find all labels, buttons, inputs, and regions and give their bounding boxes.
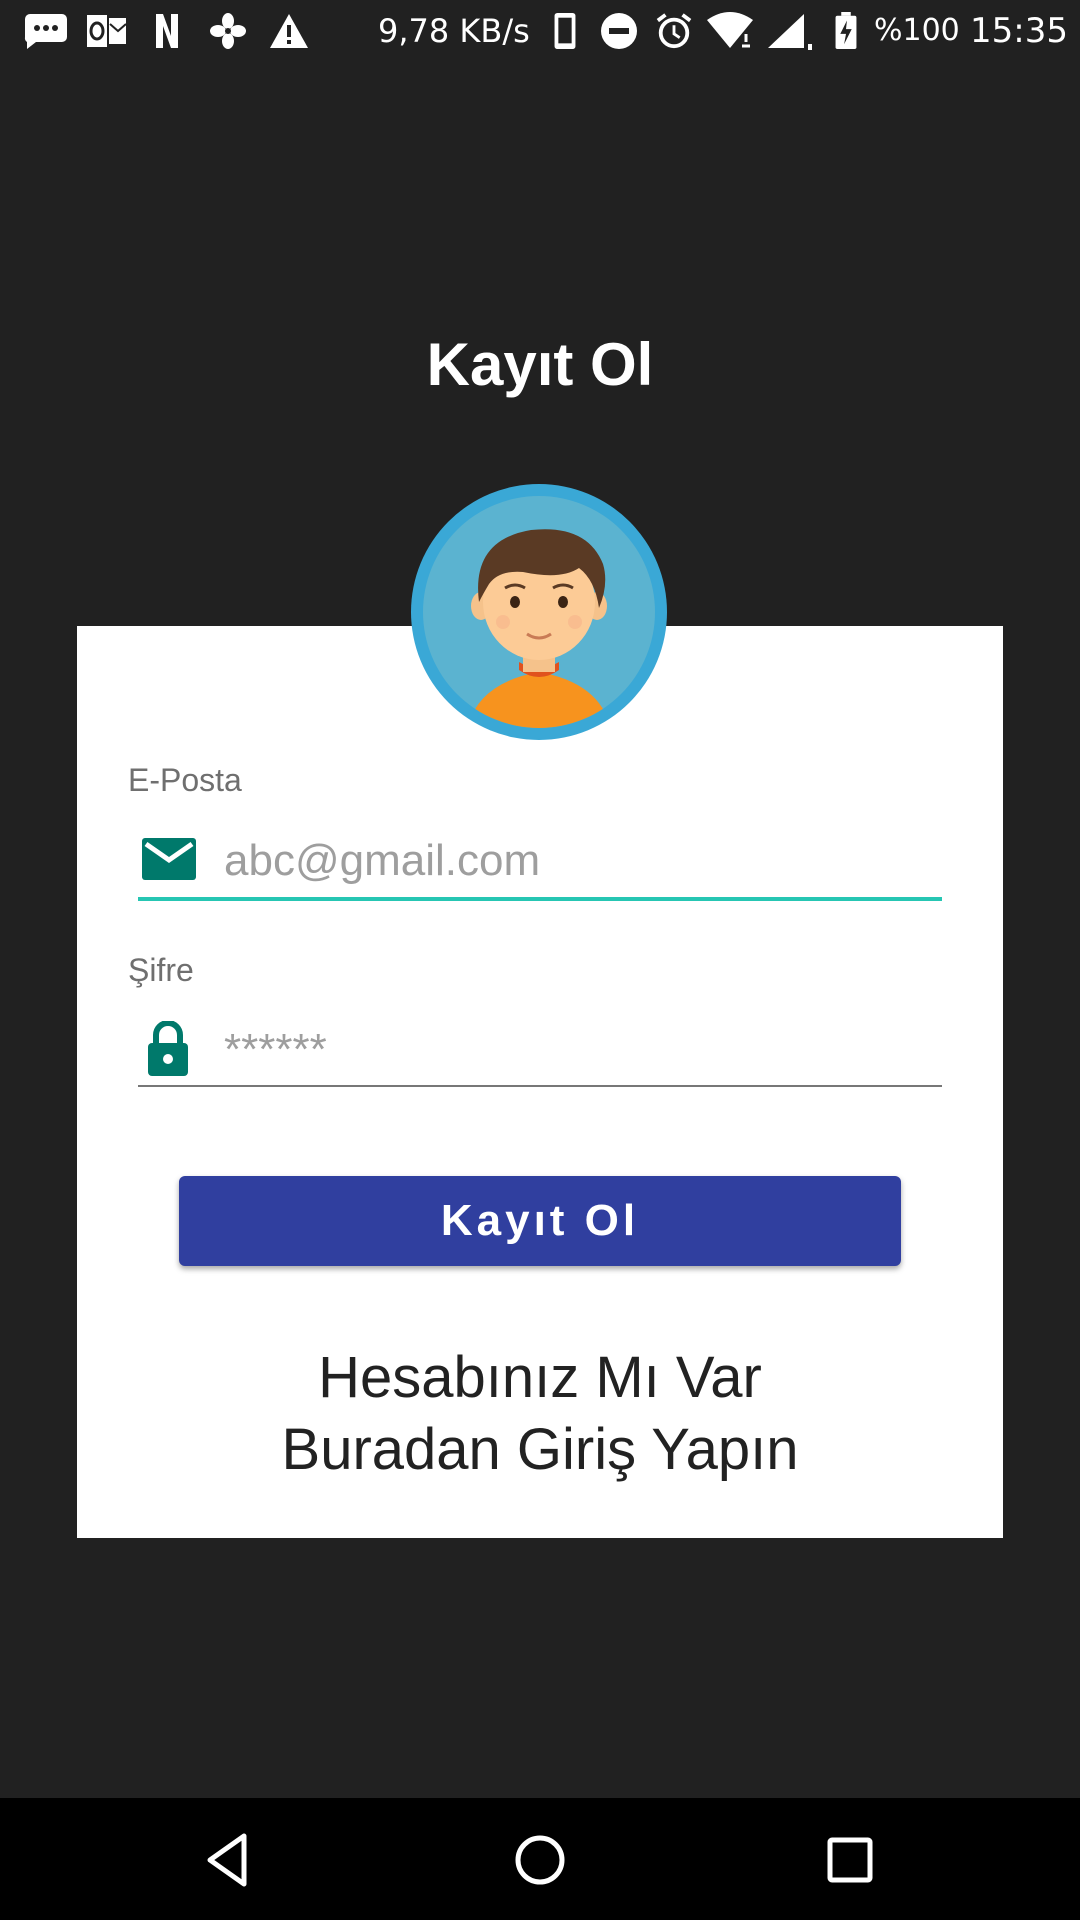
phone-icon [554,12,576,50]
lock-icon [148,1021,188,1076]
password-underline [138,1085,942,1087]
page-title: Kayıt Ol [426,331,654,398]
navigation-bar [0,1798,1080,1920]
pinwheel-icon [210,13,246,49]
avatar [411,484,667,740]
email-label: E-Posta [128,762,242,798]
signal-icon [768,14,812,50]
email-input[interactable] [224,831,924,891]
login-link[interactable]: Hesabınız Mı Var Buradan Giriş Yapın [77,1342,1003,1486]
status-bar: 9,78 KB/s %100 15:35 [0,0,1080,62]
battery-percent: %100 [874,13,960,48]
login-link-line2: Buradan Giriş Yapın [281,1417,799,1482]
recents-icon[interactable] [818,1828,882,1892]
password-label: Şifre [128,952,194,988]
message-icon [24,14,67,49]
do-not-disturb-icon [601,13,637,49]
wifi-icon [707,12,753,48]
netflix-icon [156,14,178,48]
register-button[interactable]: Kayıt Ol [179,1176,901,1266]
warning-icon [270,14,308,48]
password-input[interactable] [224,1020,924,1080]
login-link-line1: Hesabınız Mı Var [318,1345,762,1410]
network-speed: 9,78 KB/s [378,12,530,50]
outlook-icon [85,13,127,49]
alarm-icon [656,13,692,49]
clock: 15:35 [970,11,1068,51]
mail-icon [142,838,196,880]
battery-charging-icon [835,12,857,50]
email-underline [138,897,942,901]
back-icon[interactable] [198,1828,262,1892]
register-card: E-Posta Şifre Kayıt Ol Hesabınız Mı Var … [77,626,1003,1538]
home-icon[interactable] [508,1828,572,1892]
